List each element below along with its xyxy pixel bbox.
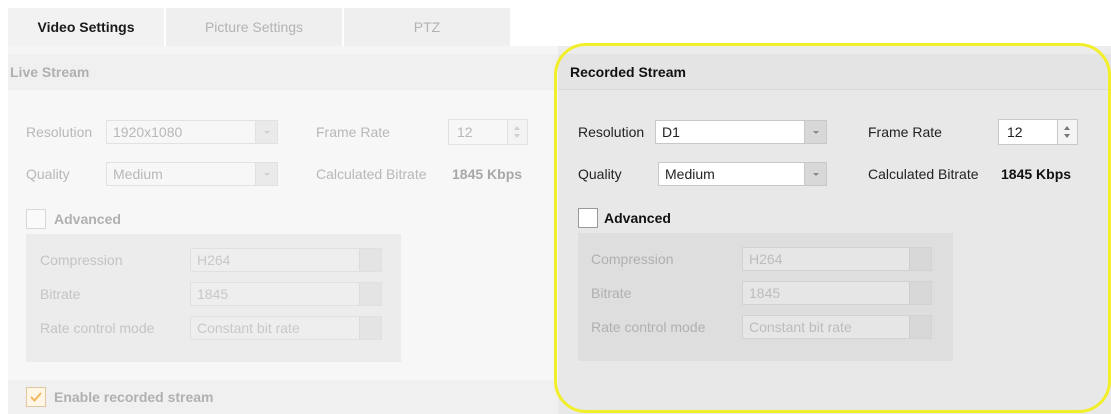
caret-up-icon	[1064, 126, 1070, 130]
chevron-down-icon	[255, 121, 277, 143]
live-bitrate-input[interactable]: 1845	[190, 282, 382, 306]
stepper-buttons[interactable]	[507, 120, 527, 144]
live-rate-control-value: Constant bit rate	[197, 320, 300, 336]
rec-frame-rate-label: Frame Rate	[868, 124, 942, 140]
live-compression-label: Compression	[40, 252, 123, 268]
live-advanced-label: Advanced	[54, 211, 121, 227]
rec-calc-bitrate-value: 1845 Kbps	[1001, 166, 1072, 182]
caret-down-icon	[514, 134, 520, 138]
rec-rate-control-label: Rate control mode	[591, 319, 706, 335]
checkmark-icon	[30, 392, 42, 402]
rec-rate-control-value: Constant bit rate	[749, 319, 852, 335]
live-calc-bitrate-value: 1845 Kbps	[452, 166, 523, 182]
rec-calc-bitrate-label: Calculated Bitrate	[868, 166, 979, 182]
chevron-down-icon	[359, 249, 381, 271]
rec-advanced-checkbox[interactable]	[578, 208, 598, 228]
live-quality-select[interactable]: Medium	[106, 162, 278, 186]
live-stream-panel: Live Stream Resolution 1920x1080 Frame R…	[8, 46, 558, 414]
enable-recorded-row: Enable recorded stream	[8, 380, 558, 414]
chevron-down-icon	[804, 121, 826, 143]
chevron-down-icon	[909, 248, 931, 270]
live-quality-value: Medium	[113, 166, 163, 182]
live-compression-value: H264	[197, 252, 231, 268]
stepper-buttons[interactable]	[1057, 120, 1077, 144]
recorded-stream-panel: Recorded Stream Resolution D1 Frame Rate…	[558, 46, 1111, 414]
live-frame-rate-label: Frame Rate	[316, 124, 390, 140]
chevron-down-icon	[255, 163, 277, 185]
rec-advanced-box: Compression H264 Bitrate 1845 Rate contr…	[578, 233, 953, 361]
caret-down-icon	[1064, 134, 1070, 138]
rec-rate-control-select[interactable]: Constant bit rate	[742, 315, 932, 339]
recorded-stream-title: Recorded Stream	[558, 54, 1111, 90]
enable-recorded-label: Enable recorded stream	[54, 389, 214, 405]
chevron-down-icon	[359, 317, 381, 339]
rec-advanced-label: Advanced	[604, 210, 671, 226]
rec-resolution-label: Resolution	[578, 124, 645, 140]
live-stream-title: Live Stream	[8, 54, 558, 90]
live-bitrate-value: 1845	[197, 286, 229, 302]
tab-bar: Video Settings Picture Settings PTZ	[8, 8, 512, 46]
stepper-buttons	[359, 283, 381, 305]
rec-quality-value: Medium	[665, 166, 715, 182]
rec-resolution-select[interactable]: D1	[655, 120, 827, 144]
live-resolution-label: Resolution	[26, 124, 93, 140]
rec-resolution-value: D1	[662, 124, 680, 140]
tab-ptz[interactable]: PTZ	[344, 8, 512, 46]
rec-frame-rate-value: 12	[1007, 124, 1023, 140]
live-advanced-box: Compression H264 Bitrate 1845 Rate contr…	[26, 234, 401, 362]
live-frame-rate-value: 12	[457, 124, 473, 140]
recorded-stream-body: Resolution D1 Frame Rate 12 Quality Medi…	[558, 90, 1111, 414]
rec-quality-select[interactable]: Medium	[658, 162, 827, 186]
live-rate-control-select[interactable]: Constant bit rate	[190, 316, 382, 340]
tab-video-settings[interactable]: Video Settings	[8, 8, 166, 46]
live-resolution-select[interactable]: 1920x1080	[106, 120, 278, 144]
live-stream-body: Resolution 1920x1080 Frame Rate 12 Quali…	[8, 90, 558, 414]
caret-up-icon	[514, 126, 520, 130]
rec-compression-label: Compression	[591, 251, 674, 267]
rec-quality-label: Quality	[578, 166, 622, 182]
stepper-buttons	[909, 282, 931, 304]
live-compression-select[interactable]: H264	[190, 248, 382, 272]
rec-bitrate-input[interactable]: 1845	[742, 281, 932, 305]
live-frame-rate-stepper[interactable]: 12	[448, 119, 528, 145]
live-bitrate-label: Bitrate	[40, 286, 81, 302]
chevron-down-icon	[909, 316, 931, 338]
live-resolution-value: 1920x1080	[113, 124, 183, 140]
enable-recorded-checkbox[interactable]	[26, 387, 46, 407]
rec-bitrate-label: Bitrate	[591, 285, 632, 301]
live-calc-bitrate-label: Calculated Bitrate	[316, 166, 427, 182]
rec-compression-select[interactable]: H264	[742, 247, 932, 271]
rec-compression-value: H264	[749, 251, 783, 267]
chevron-down-icon	[804, 163, 826, 185]
live-quality-label: Quality	[26, 166, 70, 182]
rec-frame-rate-stepper[interactable]: 12	[998, 119, 1078, 145]
live-rate-control-label: Rate control mode	[40, 320, 155, 336]
rec-bitrate-value: 1845	[749, 285, 781, 301]
live-advanced-checkbox[interactable]	[26, 209, 46, 229]
tab-picture-settings[interactable]: Picture Settings	[166, 8, 344, 46]
